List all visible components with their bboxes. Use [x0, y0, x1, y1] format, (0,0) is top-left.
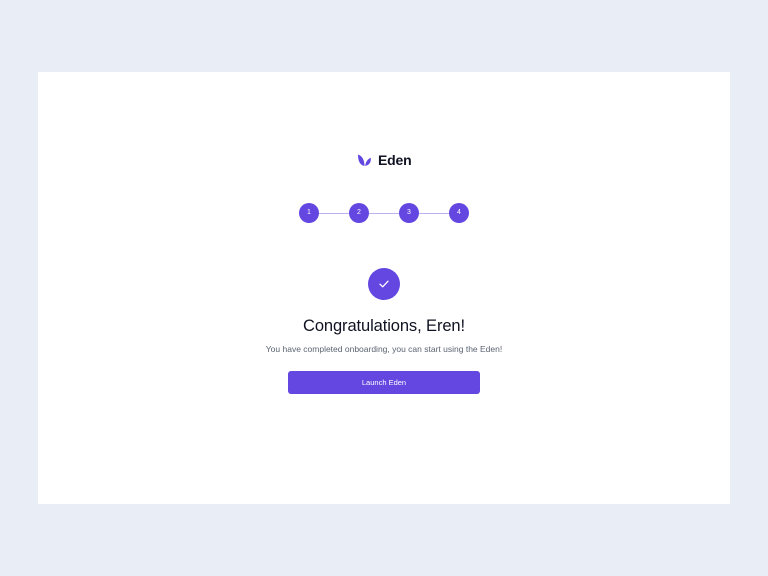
onboarding-card: Eden 1 2 3 4 Congratulations, Eren! You … [38, 72, 730, 504]
step-3: 3 [399, 203, 419, 223]
progress-stepper: 1 2 3 4 [299, 203, 469, 223]
success-badge [368, 268, 400, 300]
step-1: 1 [299, 203, 319, 223]
brand-name: Eden [378, 152, 412, 168]
brand-logo: Eden [357, 151, 412, 169]
check-icon [379, 280, 389, 288]
leaf-icon [358, 154, 371, 166]
step-4: 4 [449, 203, 469, 223]
step-connector [369, 213, 399, 214]
completion-message: You have completed onboarding, you can s… [265, 344, 503, 354]
step-connector [319, 213, 349, 214]
congratulations-title: Congratulations, Eren! [303, 317, 465, 335]
step-connector [419, 213, 449, 214]
launch-eden-button[interactable]: Launch Eden [288, 371, 480, 394]
step-2: 2 [349, 203, 369, 223]
